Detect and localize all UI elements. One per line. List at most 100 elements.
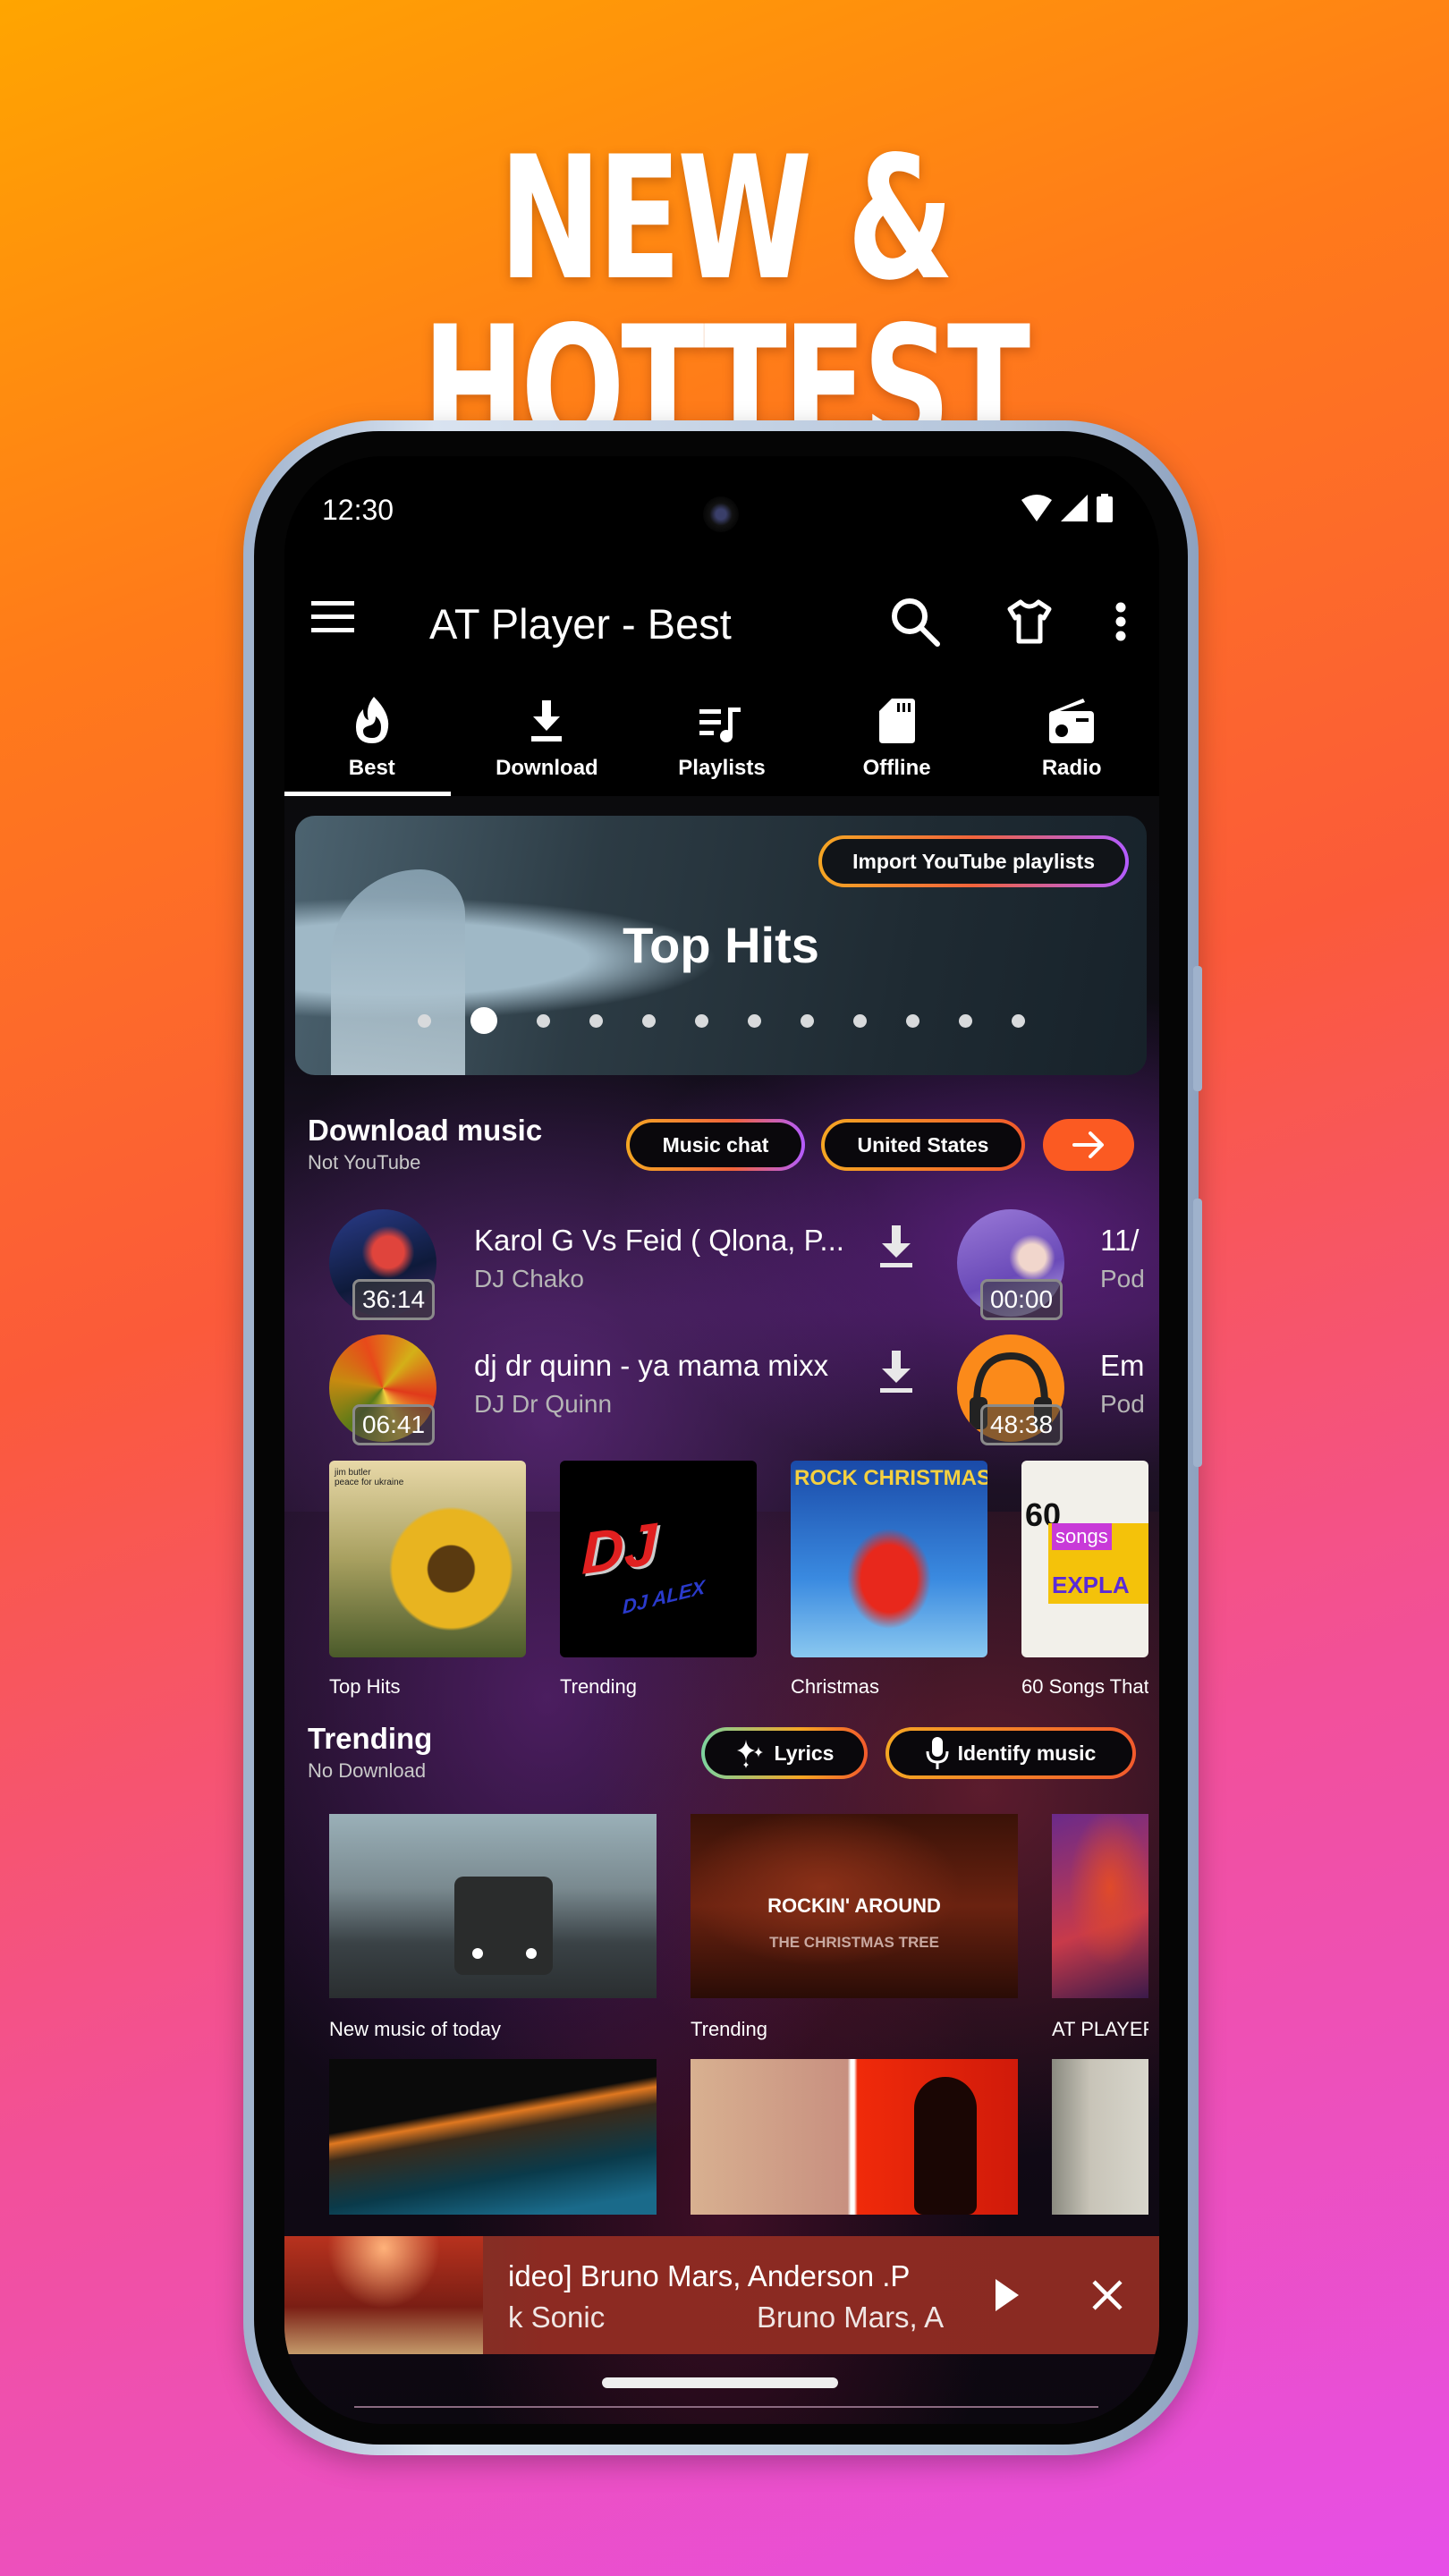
theme-button[interactable]	[1000, 592, 1059, 651]
album-label: Trending	[560, 1675, 638, 1698]
album-cover: jim butler peace for ukraine	[329, 1461, 526, 1657]
search-icon	[892, 598, 940, 647]
banner-title: Top Hits	[623, 917, 819, 973]
video-card[interactable]	[329, 2059, 657, 2215]
video-label: New music of today	[329, 2018, 501, 2040]
download-track-button[interactable]	[878, 1225, 914, 1270]
carousel-dot[interactable]	[589, 1013, 603, 1028]
track-duration: 06:41	[352, 1404, 435, 1445]
featured-banner[interactable]: Import YouTube playlists Top Hits	[295, 816, 1147, 1075]
now-playing-artist: Bruno Mars, A	[757, 2301, 945, 2334]
download-section-header: Download music Not YouTube	[308, 1114, 542, 1174]
album-cover: 60 songs EXPLA	[1021, 1461, 1148, 1657]
album-label: Christmas	[791, 1675, 880, 1698]
tab-playlists[interactable]: Playlists	[634, 684, 809, 796]
section-title: Download music	[308, 1114, 543, 1147]
carousel-dot[interactable]	[905, 1013, 919, 1028]
playlist-icon	[699, 708, 741, 742]
podcast-duration: 00:00	[980, 1279, 1063, 1320]
album-label: 60 Songs That	[1021, 1675, 1148, 1698]
status-bar: 12:30	[284, 456, 1159, 564]
fire-icon	[355, 697, 388, 743]
phone-side-button	[1193, 1199, 1202, 1467]
album-cover-text: ROCK CHRISTMAS	[794, 1466, 987, 1490]
tab-label: Playlists	[678, 756, 766, 780]
more-options-button[interactable]	[1091, 592, 1150, 651]
podcast-title: 11/	[1100, 1224, 1140, 1257]
video-overlay-subtext: THE CHRISTMAS TREE	[769, 1934, 939, 1951]
album-card[interactable]: jim butler peace for ukraine Top Hits	[329, 1461, 526, 1699]
next-button[interactable]	[1043, 1119, 1134, 1171]
video-card[interactable]: New music of today	[329, 1814, 657, 2041]
play-button[interactable]	[979, 2267, 1036, 2324]
video-thumbnail	[329, 1814, 657, 1998]
arrow-right-icon	[1072, 1131, 1104, 1158]
radio-icon	[1049, 699, 1095, 743]
video-card[interactable]	[691, 2059, 1018, 2215]
album-cover-text: DJ ALEX	[623, 1575, 706, 1619]
divider	[354, 2406, 1098, 2408]
section-title: Trending	[308, 1722, 433, 1755]
download-icon	[531, 700, 563, 741]
carousel-dot[interactable]	[800, 1013, 814, 1028]
album-card[interactable]: DJ DJ ALEX Trending	[560, 1461, 757, 1699]
track-row[interactable]: 06:41 dj dr quinn - ya mama mixx DJ Dr Q…	[329, 1335, 830, 1451]
music-chat-button[interactable]: Music chat	[626, 1119, 805, 1171]
section-subtitle: Not YouTube	[308, 1151, 421, 1174]
track-title: Karol G Vs Feid ( Qlona, P...	[474, 1224, 844, 1257]
tab-radio[interactable]: Radio	[984, 684, 1159, 796]
identify-music-button[interactable]: Identify music	[886, 1727, 1136, 1779]
tab-best[interactable]: Best	[284, 684, 460, 796]
now-playing-title: ideo] Bruno Mars, Anderson .P	[508, 2259, 911, 2292]
video-thumbnail: ROCKIN' AROUND THE CHRISTMAS TREE	[691, 1814, 1018, 1998]
download-track-button[interactable]	[878, 1351, 914, 1395]
tab-label: Radio	[1041, 756, 1102, 780]
close-player-button[interactable]	[1079, 2267, 1136, 2324]
carousel-indicator	[295, 1007, 1147, 1034]
app-bar: AT Player - Best	[284, 572, 1159, 671]
carousel-dot[interactable]	[417, 1013, 431, 1028]
carousel-dot[interactable]	[536, 1013, 550, 1028]
album-cover-text: jim butler peace for ukraine	[335, 1468, 404, 1487]
menu-icon	[311, 601, 354, 632]
tab-bar: Best Download Playlists Offline Radio	[284, 684, 1159, 796]
video-card[interactable]: ROCKIN' AROUND THE CHRISTMAS TREE Trendi…	[691, 1814, 1018, 2041]
album-cover: ROCK CHRISTMAS	[791, 1461, 987, 1657]
video-thumbnail	[329, 2059, 657, 2215]
carousel-dot[interactable]	[641, 1013, 656, 1028]
album-card[interactable]: 60 songs EXPLA 60 Songs That	[1021, 1461, 1148, 1699]
carousel-dot[interactable]	[852, 1013, 867, 1028]
app-title: AT Player - Best	[429, 600, 732, 648]
carousel-dot[interactable]	[470, 1007, 497, 1034]
country-select-button[interactable]: United States	[821, 1119, 1025, 1171]
podcast-row[interactable]: 48:38 Em Pod	[957, 1335, 1159, 1451]
track-artist: DJ Dr Quinn	[474, 1390, 613, 1418]
video-card[interactable]: AT PLAYER	[1052, 1814, 1148, 2041]
home-indicator[interactable]	[602, 2377, 838, 2388]
video-thumbnail	[1052, 2059, 1148, 2215]
menu-button[interactable]	[311, 599, 361, 644]
album-cover: DJ DJ ALEX	[560, 1461, 757, 1657]
carousel-dot[interactable]	[958, 1013, 972, 1028]
track-row[interactable]: 36:14 Karol G Vs Feid ( Qlona, P... DJ C…	[329, 1209, 844, 1326]
import-youtube-playlists-button[interactable]: Import YouTube playlists	[818, 835, 1129, 887]
carousel-dot[interactable]	[694, 1013, 708, 1028]
tshirt-theme-icon	[1007, 599, 1052, 644]
trending-section-header: Trending No Download	[308, 1722, 432, 1783]
tab-label: Best	[348, 756, 395, 780]
search-button[interactable]	[886, 592, 945, 651]
lyrics-button[interactable]: Lyrics	[701, 1727, 868, 1779]
podcast-subtitle: Pod	[1100, 1265, 1145, 1292]
tab-offline[interactable]: Offline	[809, 684, 985, 796]
podcast-row[interactable]: 00:00 11/ Pod	[957, 1209, 1159, 1326]
video-card[interactable]	[1052, 2059, 1148, 2215]
carousel-dot[interactable]	[747, 1013, 761, 1028]
track-title: dj dr quinn - ya mama mixx	[474, 1349, 829, 1382]
video-thumbnail	[1052, 1814, 1148, 1998]
sd-card-icon	[878, 699, 915, 743]
mini-player[interactable]: ideo] Bruno Mars, Anderson .P k Sonic Br…	[284, 2236, 1159, 2354]
album-card[interactable]: ROCK CHRISTMAS Christmas	[791, 1461, 987, 1699]
phone-side-button	[1193, 966, 1202, 1091]
carousel-dot[interactable]	[1011, 1013, 1025, 1028]
tab-download[interactable]: Download	[460, 684, 635, 796]
